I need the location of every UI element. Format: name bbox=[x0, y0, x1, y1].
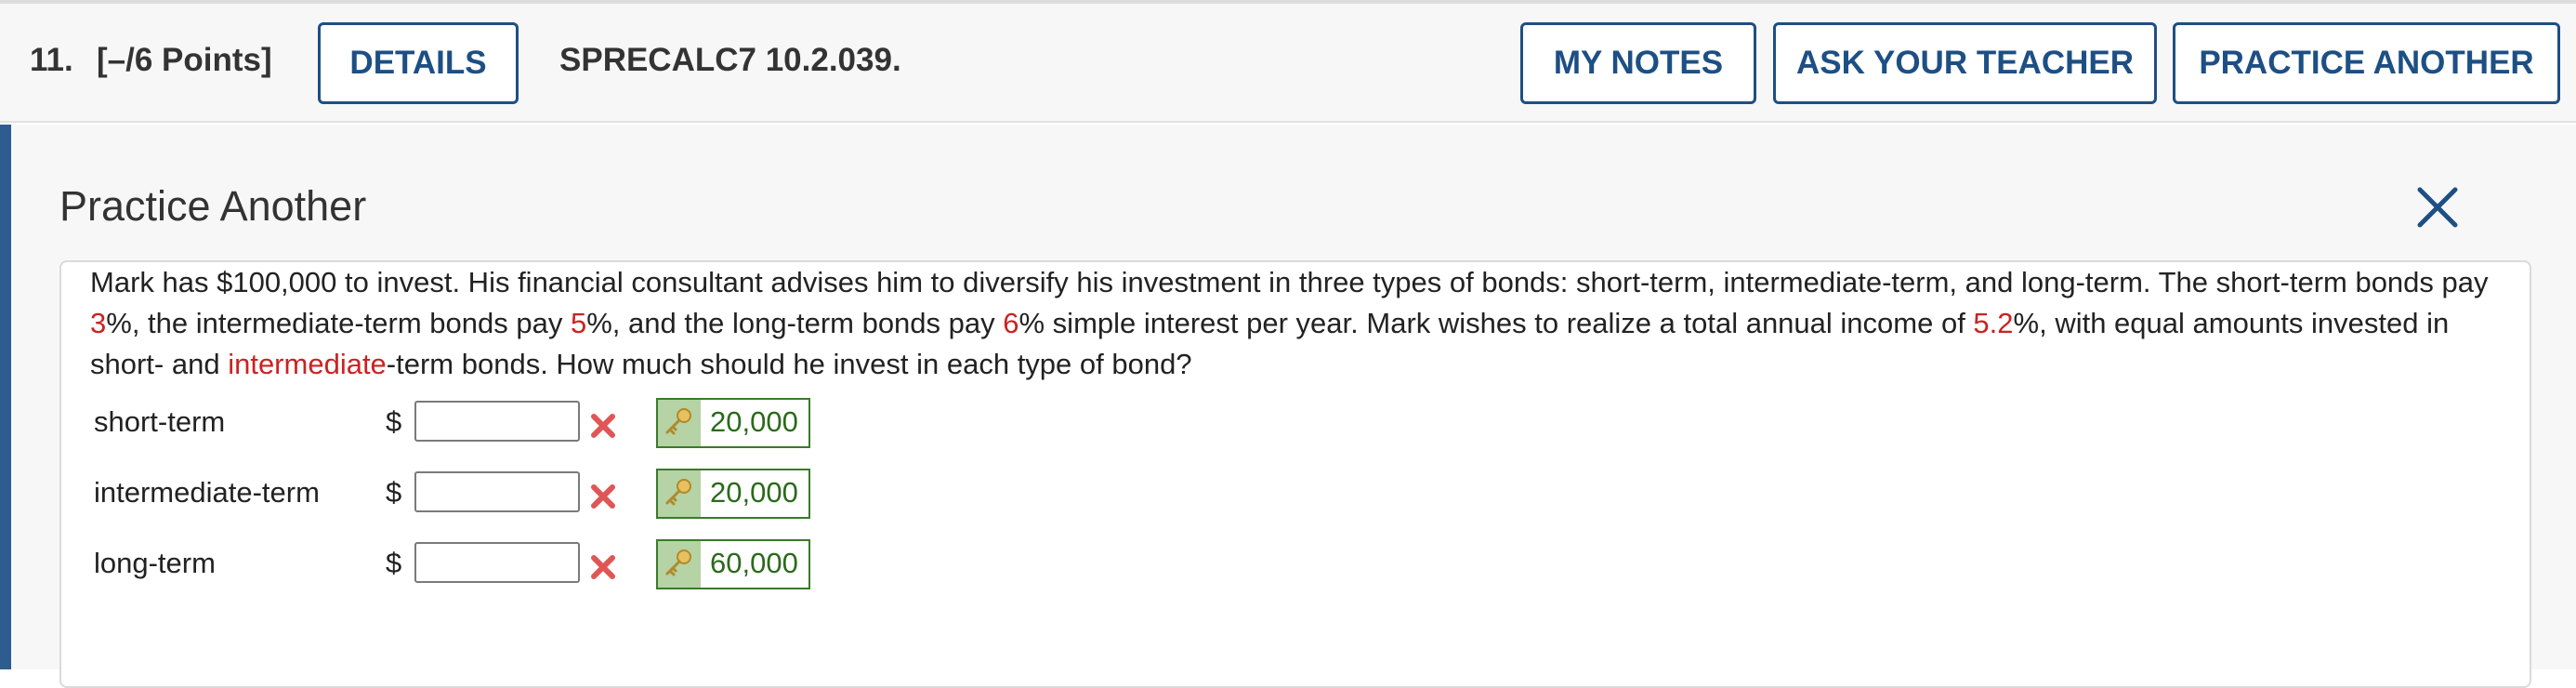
problem-text-part: Mark has $100,000 to invest. His financi… bbox=[90, 266, 2489, 298]
question-id: SPRECALC7 10.2.039. bbox=[559, 42, 901, 78]
short-term-rate: 3 bbox=[90, 307, 107, 339]
intermediate-term-input[interactable] bbox=[414, 471, 580, 512]
panel-title: Practice Another bbox=[59, 182, 367, 230]
currency-symbol: $ bbox=[386, 476, 402, 509]
incorrect-x-icon bbox=[589, 553, 617, 581]
intermediate-term-answer: 20,000 bbox=[656, 469, 810, 519]
long-term-label: long-term bbox=[94, 547, 216, 579]
points-label: [–/6 Points] bbox=[97, 42, 272, 78]
total-income-rate: 5.2 bbox=[1973, 307, 2014, 339]
my-notes-button[interactable]: MY NOTES bbox=[1520, 22, 1756, 104]
incorrect-x-icon bbox=[589, 483, 617, 510]
short-term-label: short-term bbox=[94, 405, 226, 438]
problem-text: Mark has $100,000 to invest. His financi… bbox=[90, 262, 2516, 385]
long-term-input[interactable] bbox=[414, 542, 580, 583]
key-icon bbox=[658, 541, 701, 588]
close-icon[interactable] bbox=[2414, 184, 2461, 231]
short-term-answer: 20,000 bbox=[656, 398, 810, 448]
key-icon bbox=[658, 400, 701, 446]
answer-value: 20,000 bbox=[710, 476, 798, 509]
intermediate-term-rate: 5 bbox=[570, 307, 587, 339]
intermediate-term-label: intermediate-term bbox=[94, 476, 320, 509]
highlighted-word: intermediate bbox=[228, 348, 387, 380]
problem-text-part: %, and the long-term bonds pay bbox=[586, 307, 1004, 339]
key-icon bbox=[658, 470, 701, 517]
short-term-input[interactable] bbox=[414, 401, 580, 442]
currency-symbol: $ bbox=[386, 405, 402, 438]
answer-value: 60,000 bbox=[710, 547, 798, 579]
problem-text-part: % simple interest per year. Mark wishes … bbox=[1019, 307, 1974, 339]
ask-your-teacher-button[interactable]: ASK YOUR TEACHER bbox=[1773, 22, 2157, 104]
incorrect-x-icon bbox=[589, 412, 617, 440]
problem-text-part: %, the intermediate-term bonds pay bbox=[106, 307, 571, 339]
problem-text-part: -term bonds. How much should he invest i… bbox=[386, 348, 1192, 380]
details-button[interactable]: DETAILS bbox=[318, 22, 519, 104]
practice-another-button[interactable]: PRACTICE ANOTHER bbox=[2173, 22, 2560, 104]
long-term-rate: 6 bbox=[1003, 307, 1019, 339]
long-term-answer: 60,000 bbox=[656, 539, 810, 589]
currency-symbol: $ bbox=[386, 547, 402, 579]
panel-accent-bar bbox=[0, 125, 11, 669]
question-number: 11. bbox=[30, 42, 73, 78]
answer-value: 20,000 bbox=[710, 405, 798, 438]
